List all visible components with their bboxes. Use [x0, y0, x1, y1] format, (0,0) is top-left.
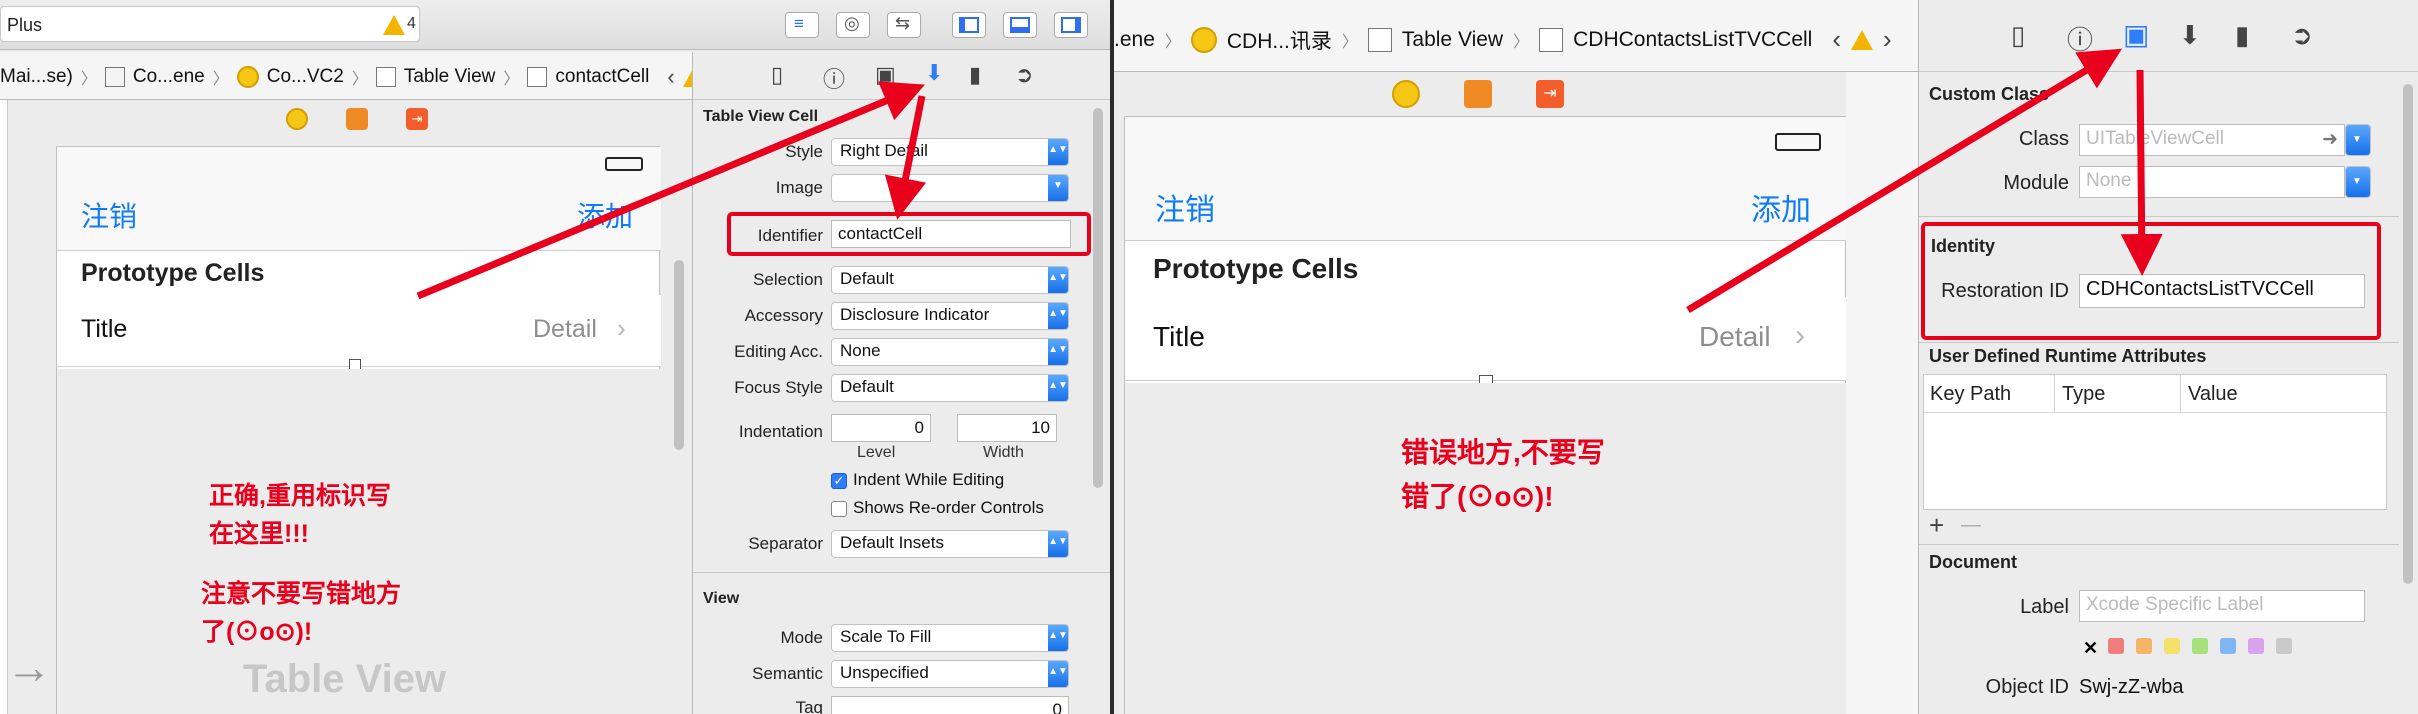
arrow-to-identity-tab — [1686, 48, 2122, 313]
annotation-arrows — [416, 48, 2163, 313]
arrow-to-restoration-id — [2120, 69, 2163, 276]
arrow-to-attributes-tab — [416, 81, 925, 300]
arrow-to-identifier — [884, 95, 927, 220]
